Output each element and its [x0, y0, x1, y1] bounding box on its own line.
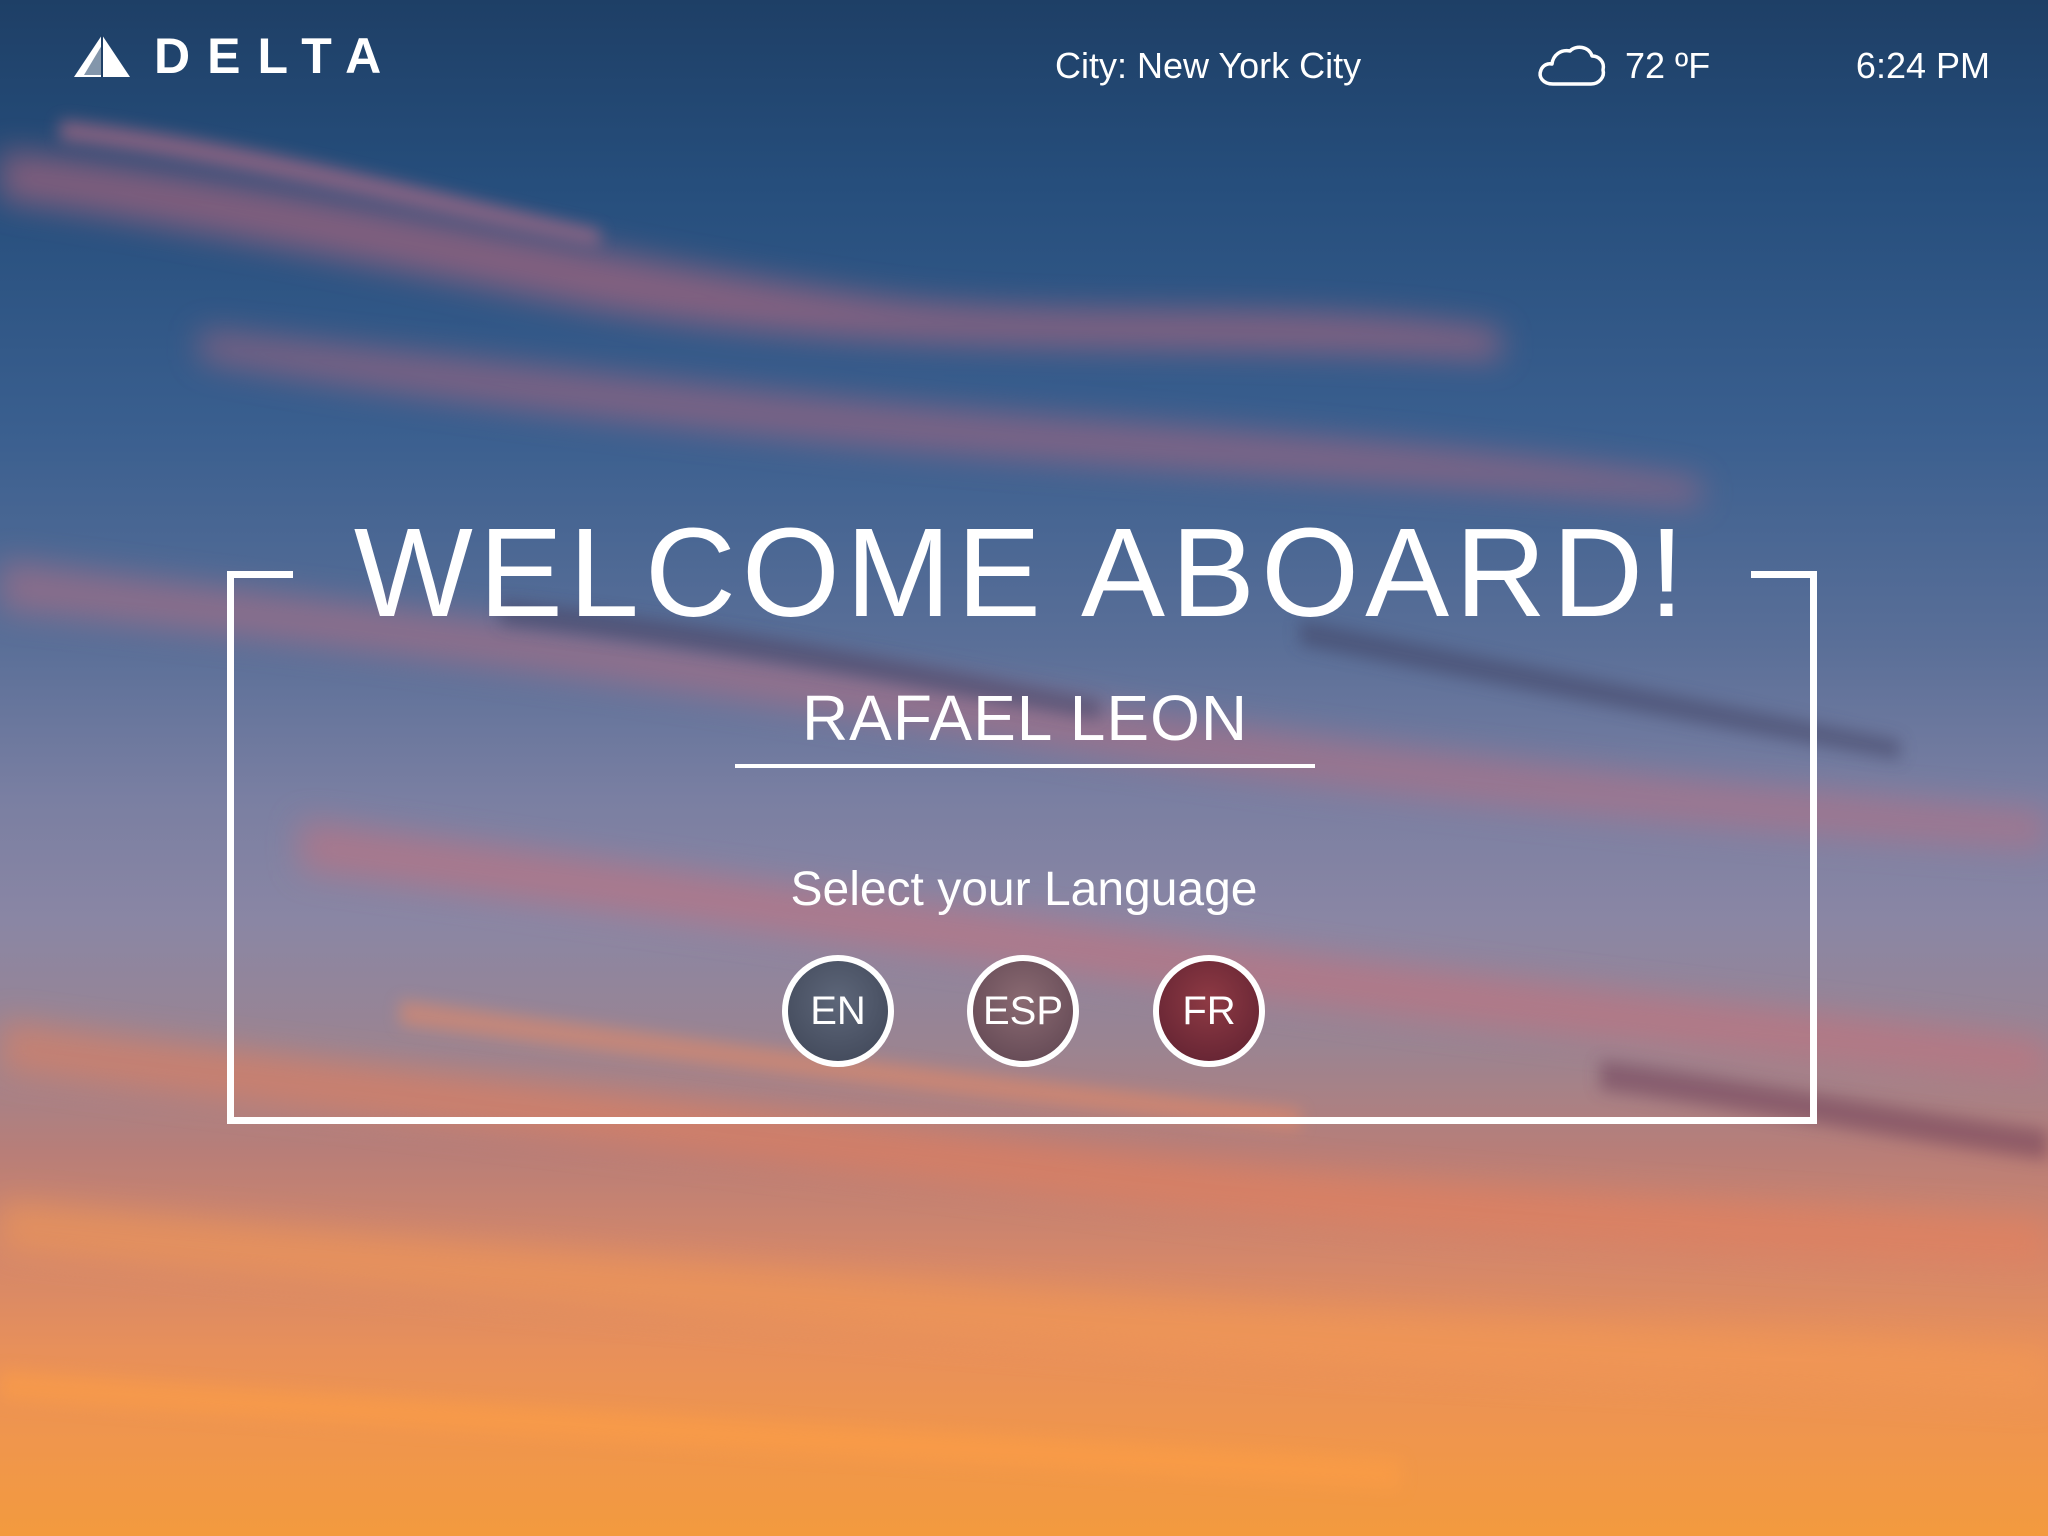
language-code: EN — [810, 989, 866, 1033]
city-label: City: New York City — [1055, 45, 1362, 86]
language-code: FR — [1182, 989, 1236, 1033]
passenger-name-underline — [735, 764, 1315, 768]
welcome-screen: DELTA City: New York City 72 ºF 6:24 PM … — [0, 0, 2048, 1536]
frame-top-left-segment — [227, 571, 293, 578]
clock-time: 6:24 PM — [1855, 45, 1990, 86]
brand-name: DELTA — [154, 28, 399, 84]
welcome-title: WELCOME ABOARD! — [353, 502, 1691, 643]
language-prompt: Select your Language — [790, 863, 1258, 916]
language-code: ESP — [982, 989, 1064, 1033]
top-status-bar: DELTA City: New York City 72 ºF 6:24 PM — [0, 0, 2048, 140]
delta-widget-icon — [74, 35, 130, 77]
passenger-name: RAFAEL LEON — [801, 682, 1249, 754]
cloud-icon — [1538, 45, 1606, 86]
weather-widget: 72 ºF — [1535, 40, 1710, 92]
delta-logo: DELTA — [72, 30, 398, 82]
language-button-esp[interactable]: ESP — [967, 955, 1079, 1067]
language-button-en[interactable]: EN — [782, 955, 894, 1067]
temperature: 72 ºF — [1625, 45, 1711, 86]
language-button-fr[interactable]: FR — [1153, 955, 1265, 1067]
frame-top-right-segment — [1751, 571, 1817, 578]
